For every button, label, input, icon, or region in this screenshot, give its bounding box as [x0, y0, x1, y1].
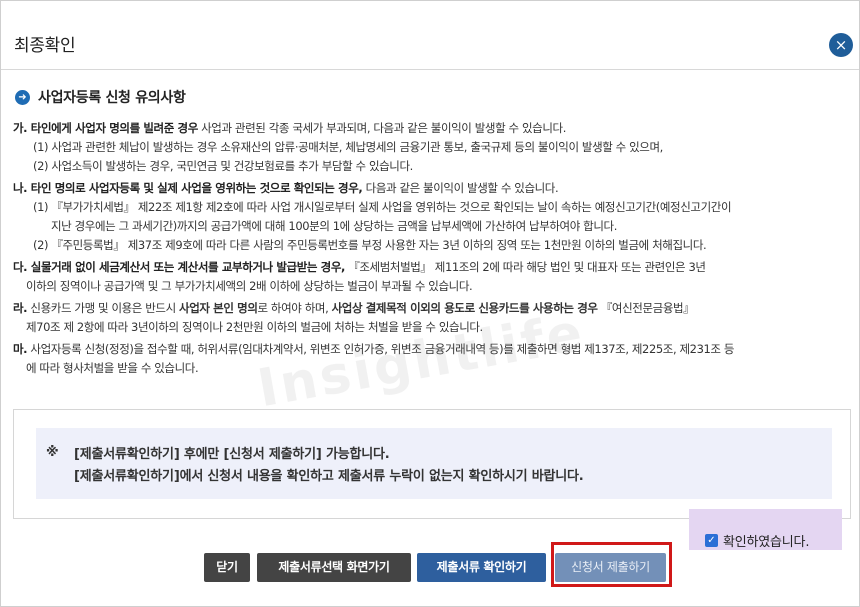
notice-prefix: 라. [13, 301, 28, 315]
close-button[interactable]: 닫기 [204, 553, 250, 582]
submit-highlight-outline [551, 542, 672, 587]
select-documents-screen-button[interactable]: 제출서류선택 화면가기 [257, 553, 411, 582]
notice-item-na: 나. 타인 명의로 사업자등록 및 실제 사업을 영위하는 것으로 확인되는 경… [13, 179, 849, 198]
final-confirm-dialog: 최종확인 × ➜ 사업자등록 신청 유의사항 가. 타인에게 사업자 명의를 빌… [0, 0, 860, 607]
notice-item-da: 다. 실물거래 없이 세금계산서 또는 계산서를 교부하거나 발급받는 경우, … [13, 258, 849, 277]
section-title: 사업자등록 신청 유의사항 [38, 90, 186, 106]
confirm-checkbox[interactable]: ✓ [705, 534, 718, 547]
confirm-line-2: [제출서류확인하기]에서 신청서 내용을 확인하고 제출서류 누락이 없는지 확… [74, 469, 584, 484]
section-heading: ➜ 사업자등록 신청 유의사항 [15, 87, 186, 107]
notice-lead: 실물거래 없이 세금계산서 또는 계산서를 교부하거나 발급받는 경우, [27, 260, 346, 274]
notice-bold: 사업자 본인 명의 [179, 301, 258, 315]
confirm-notice-box: ※ [제출서류확인하기] 후에만 [신청서 제출하기] 가능합니다. [제출서류… [13, 409, 851, 519]
notice-text: 사업자등록 신청(정정)을 접수할 때, 허위서류(임대차계약서, 위변조 인허… [27, 342, 735, 356]
notice-item-ga: 가. 타인에게 사업자 명의를 빌려준 경우 사업과 관련된 각종 국세가 부과… [13, 119, 849, 138]
notice-text: 사업과 관련된 각종 국세가 부과되며, 다음과 같은 불이익이 발생할 수 있… [197, 121, 566, 135]
notice-item-ra: 라. 신용카드 가맹 및 이용은 반드시 사업자 본인 명의로 하여야 하며, … [13, 299, 849, 318]
notice-list: 가. 타인에게 사업자 명의를 빌려준 경우 사업과 관련된 각종 국세가 부과… [13, 119, 849, 378]
notice-text: 『여신전문금융법』 [597, 301, 695, 315]
notice-text: 다음과 같은 불이익이 발생할 수 있습니다. [362, 181, 559, 195]
close-icon[interactable]: × [829, 33, 853, 57]
notice-prefix: 나. [13, 181, 28, 195]
notice-continued: 이하의 징역이나 공급가액 및 그 부가가치세액의 2배 이하에 상당하는 벌금… [26, 279, 473, 293]
header-divider [1, 69, 859, 70]
note-mark: ※ [46, 445, 59, 460]
notice-prefix: 마. [13, 342, 28, 356]
notice-bold: 사업상 결제목적 이외의 용도로 신용카드를 사용하는 경우 [331, 301, 598, 315]
notice-sub: (1) 『부가가치세법』 제22조 제1항 제2호에 따라 사업 개시일로부터 … [33, 200, 732, 214]
notice-text: 신용카드 가맹 및 이용은 반드시 [27, 301, 180, 315]
notice-item-ma: 마. 사업자등록 신청(정정)을 접수할 때, 허위서류(임대차계약서, 위변조… [13, 340, 849, 359]
dialog-header: 최종확인 × [1, 1, 859, 89]
confirm-checkbox-label[interactable]: 확인하였습니다. [723, 531, 809, 550]
notice-lead: 타인에게 사업자 명의를 빌려준 경우 [27, 121, 199, 135]
notice-prefix: 가. [13, 121, 28, 135]
notice-text: 로 하여야 하며, [257, 301, 332, 315]
dialog-title: 최종확인 [14, 36, 76, 56]
notice-sub: (1) 사업과 관련한 체납이 발생하는 경우 소유재산의 압류·공매처분, 체… [33, 140, 663, 154]
notice-sub: (2) 『주민등록법』 제37조 제9호에 따라 다른 사람의 주민등록번호를 … [33, 238, 707, 252]
confirm-checkbox-area[interactable]: ✓ 확인하였습니다. [689, 509, 842, 550]
notice-continued: 제70조 제 2항에 따라 3년이하의 징역이나 2천만원 이하의 벌금에 처하… [26, 320, 483, 334]
confirm-notice-inner: ※ [제출서류확인하기] 후에만 [신청서 제출하기] 가능합니다. [제출서류… [36, 428, 832, 499]
arrow-circle-icon: ➜ [15, 89, 30, 105]
notice-continued: 에 따라 형사처벌을 받을 수 있습니다. [26, 361, 199, 375]
action-buttons: 닫기 제출서류선택 화면가기 제출서류 확인하기 신청서 제출하기 [1, 553, 859, 583]
notice-sub: (2) 사업소득이 발생하는 경우, 국민연금 및 건강보험료를 추가 부담할 … [33, 159, 413, 173]
notice-lead: 타인 명의로 사업자등록 및 실제 사업을 영위하는 것으로 확인되는 경우, [27, 181, 363, 195]
check-documents-button[interactable]: 제출서류 확인하기 [417, 553, 546, 582]
notice-prefix: 다. [13, 260, 28, 274]
confirm-line-1: [제출서류확인하기] 후에만 [신청서 제출하기] 가능합니다. [74, 447, 390, 462]
notice-sub-continued: 지난 경우에는 그 과세기간)까지의 공급가액에 대해 100분의 1에 상당하… [51, 219, 617, 233]
notice-text: 『조세범처벌법』 제11조의 2에 따라 해당 법인 및 대표자 또는 관련인은… [345, 260, 706, 274]
